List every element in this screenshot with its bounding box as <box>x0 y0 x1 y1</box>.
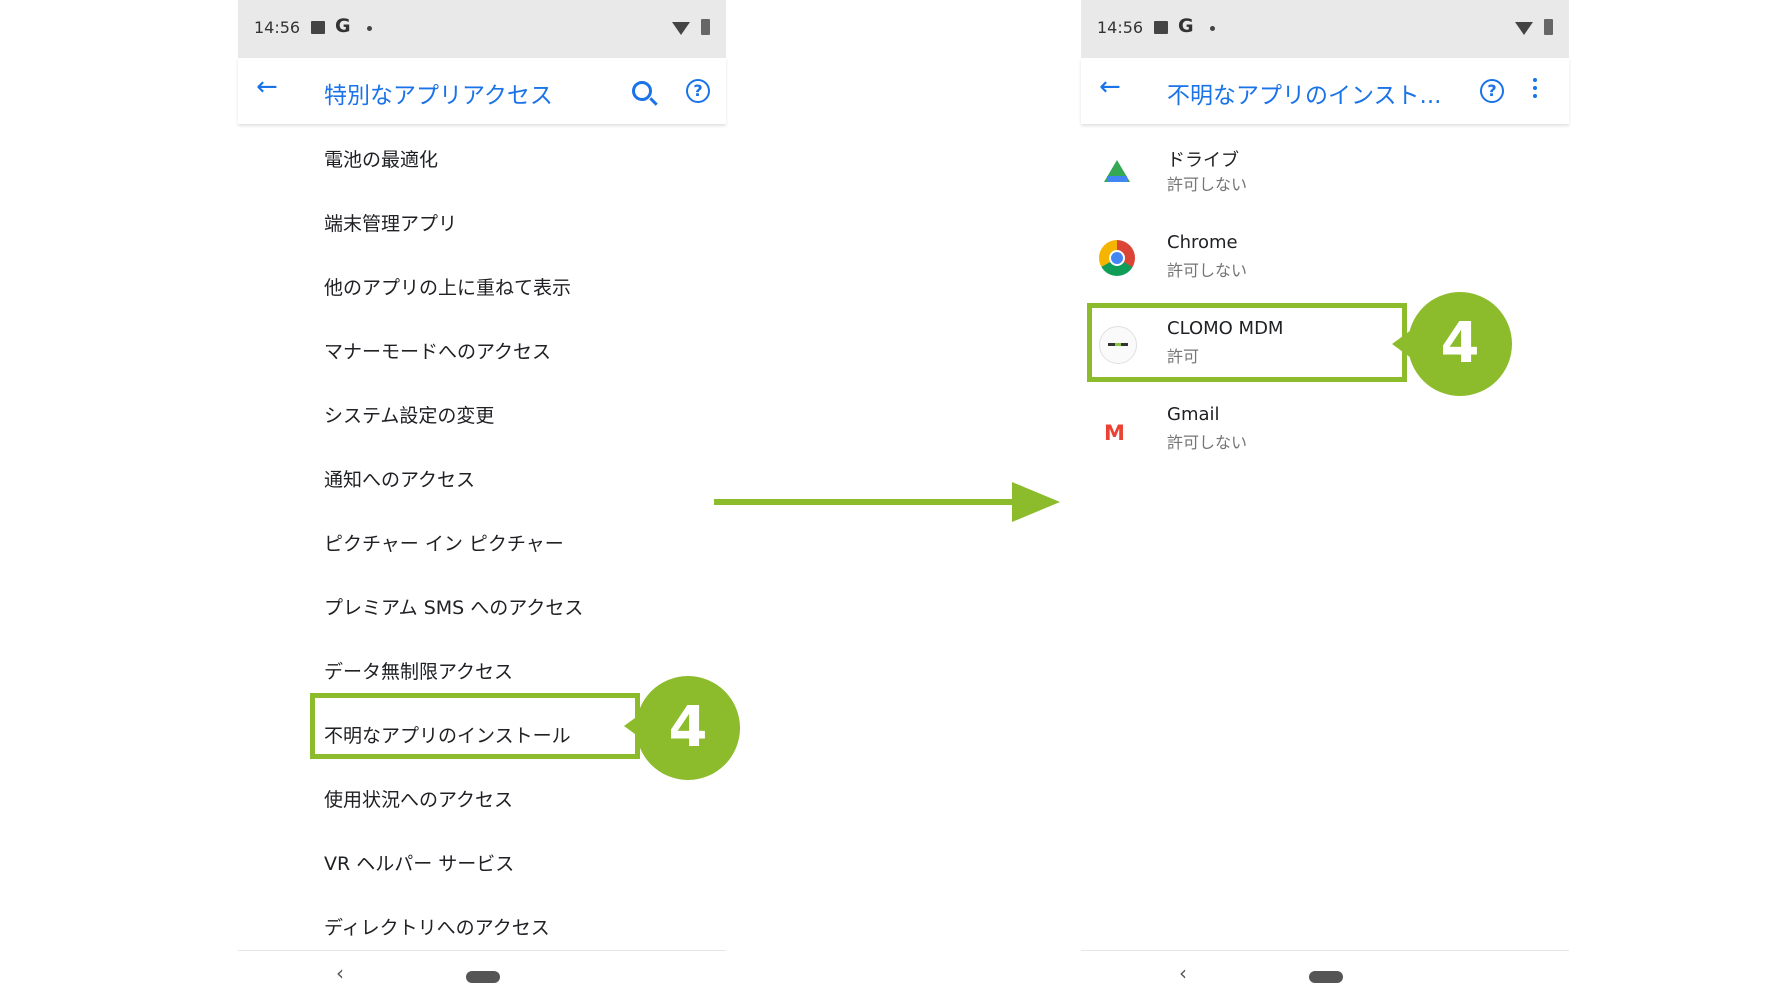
menu-item-device-admin-apps[interactable]: 端末管理アプリ <box>324 209 457 236</box>
menu-item-directory-access[interactable]: ディレクトリへのアクセス <box>324 913 550 940</box>
transition-arrow-head <box>1012 482 1060 522</box>
menu-item-battery-optimization[interactable]: 電池の最適化 <box>324 145 438 172</box>
nav-back-icon[interactable]: ‹ <box>336 961 344 985</box>
status-bar: 14:56 G <box>1081 0 1569 58</box>
menu-item-picture-in-picture[interactable]: ピクチャー イン ピクチャー <box>324 529 564 556</box>
app-row-drive[interactable]: ドライブ 許可しない <box>1081 136 1569 206</box>
status-time: 14:56 <box>254 18 301 37</box>
nav-home-pill-icon[interactable] <box>466 971 500 983</box>
battery-icon <box>701 19 710 35</box>
app-name: ドライブ <box>1167 150 1239 171</box>
wifi-icon <box>1515 22 1533 35</box>
left-phone-screen: 14:56 G ← 特別なアプリアクセス ? 電池の最適化 端末管理アプリ 他の… <box>238 0 726 1001</box>
status-time: 14:56 <box>1097 18 1144 37</box>
step-marker-4: 4 <box>1408 292 1512 396</box>
app-permission-status: 許可しない <box>1167 175 1248 194</box>
menu-item-premium-sms-access[interactable]: プレミアム SMS へのアクセス <box>324 593 583 620</box>
menu-item-display-over-apps[interactable]: 他のアプリの上に重ねて表示 <box>324 273 571 300</box>
page-title: 不明なアプリのインスト... <box>1167 83 1442 109</box>
menu-item-vr-helper-services[interactable]: VR ヘルパー サービス <box>324 849 514 876</box>
highlight-install-unknown-apps <box>310 693 640 759</box>
status-bar: 14:56 G <box>238 0 726 58</box>
back-arrow-icon[interactable]: ← <box>1099 72 1121 102</box>
navigation-bar: ‹ <box>1081 950 1569 1001</box>
battery-icon <box>1544 19 1553 35</box>
app-bar: ← 不明なアプリのインスト... ? <box>1081 58 1569 124</box>
search-icon[interactable] <box>632 81 652 101</box>
nav-back-icon[interactable]: ‹ <box>1179 961 1187 985</box>
page-title: 特別なアプリアクセス <box>324 83 553 109</box>
menu-item-usage-access[interactable]: 使用状況へのアクセス <box>324 785 513 812</box>
app-name: Gmail <box>1167 404 1220 425</box>
help-icon[interactable]: ? <box>686 79 710 103</box>
menu-item-do-not-disturb-access[interactable]: マナーモードへのアクセス <box>324 337 551 364</box>
step-marker-4: 4 <box>636 676 740 780</box>
chrome-icon <box>1099 240 1135 276</box>
help-icon[interactable]: ? <box>1480 79 1504 103</box>
google-notification-icon: G <box>335 15 351 37</box>
google-drive-icon <box>1099 154 1135 190</box>
menu-item-notification-access[interactable]: 通知へのアクセス <box>324 465 475 492</box>
more-vert-icon[interactable] <box>1533 78 1537 104</box>
app-permission-status: 許可しない <box>1167 261 1248 280</box>
transition-arrow <box>714 499 1020 505</box>
gmail-icon: M <box>1099 412 1135 448</box>
wifi-icon <box>672 22 690 35</box>
notification-dot-icon <box>367 26 372 31</box>
app-bar: ← 特別なアプリアクセス ? <box>238 58 726 124</box>
navigation-bar: ‹ <box>238 950 726 1001</box>
nav-home-pill-icon[interactable] <box>1309 971 1343 983</box>
menu-item-unrestricted-data[interactable]: データ無制限アクセス <box>324 657 513 684</box>
app-row-gmail[interactable]: M Gmail 許可しない <box>1081 394 1569 464</box>
back-arrow-icon[interactable]: ← <box>256 72 278 102</box>
highlight-clomo-mdm <box>1087 303 1407 382</box>
google-notification-icon: G <box>1178 15 1194 37</box>
notification-dot-icon <box>1210 26 1215 31</box>
right-phone-screen: 14:56 G ← 不明なアプリのインスト... ? ドライブ 許可しない Ch… <box>1081 0 1569 1001</box>
app-permission-status: 許可しない <box>1167 433 1248 452</box>
image-notification-icon <box>1154 21 1168 34</box>
app-row-chrome[interactable]: Chrome 許可しない <box>1081 222 1569 292</box>
image-notification-icon <box>311 21 325 34</box>
app-name: Chrome <box>1167 232 1238 253</box>
menu-item-modify-system-settings[interactable]: システム設定の変更 <box>324 401 494 428</box>
